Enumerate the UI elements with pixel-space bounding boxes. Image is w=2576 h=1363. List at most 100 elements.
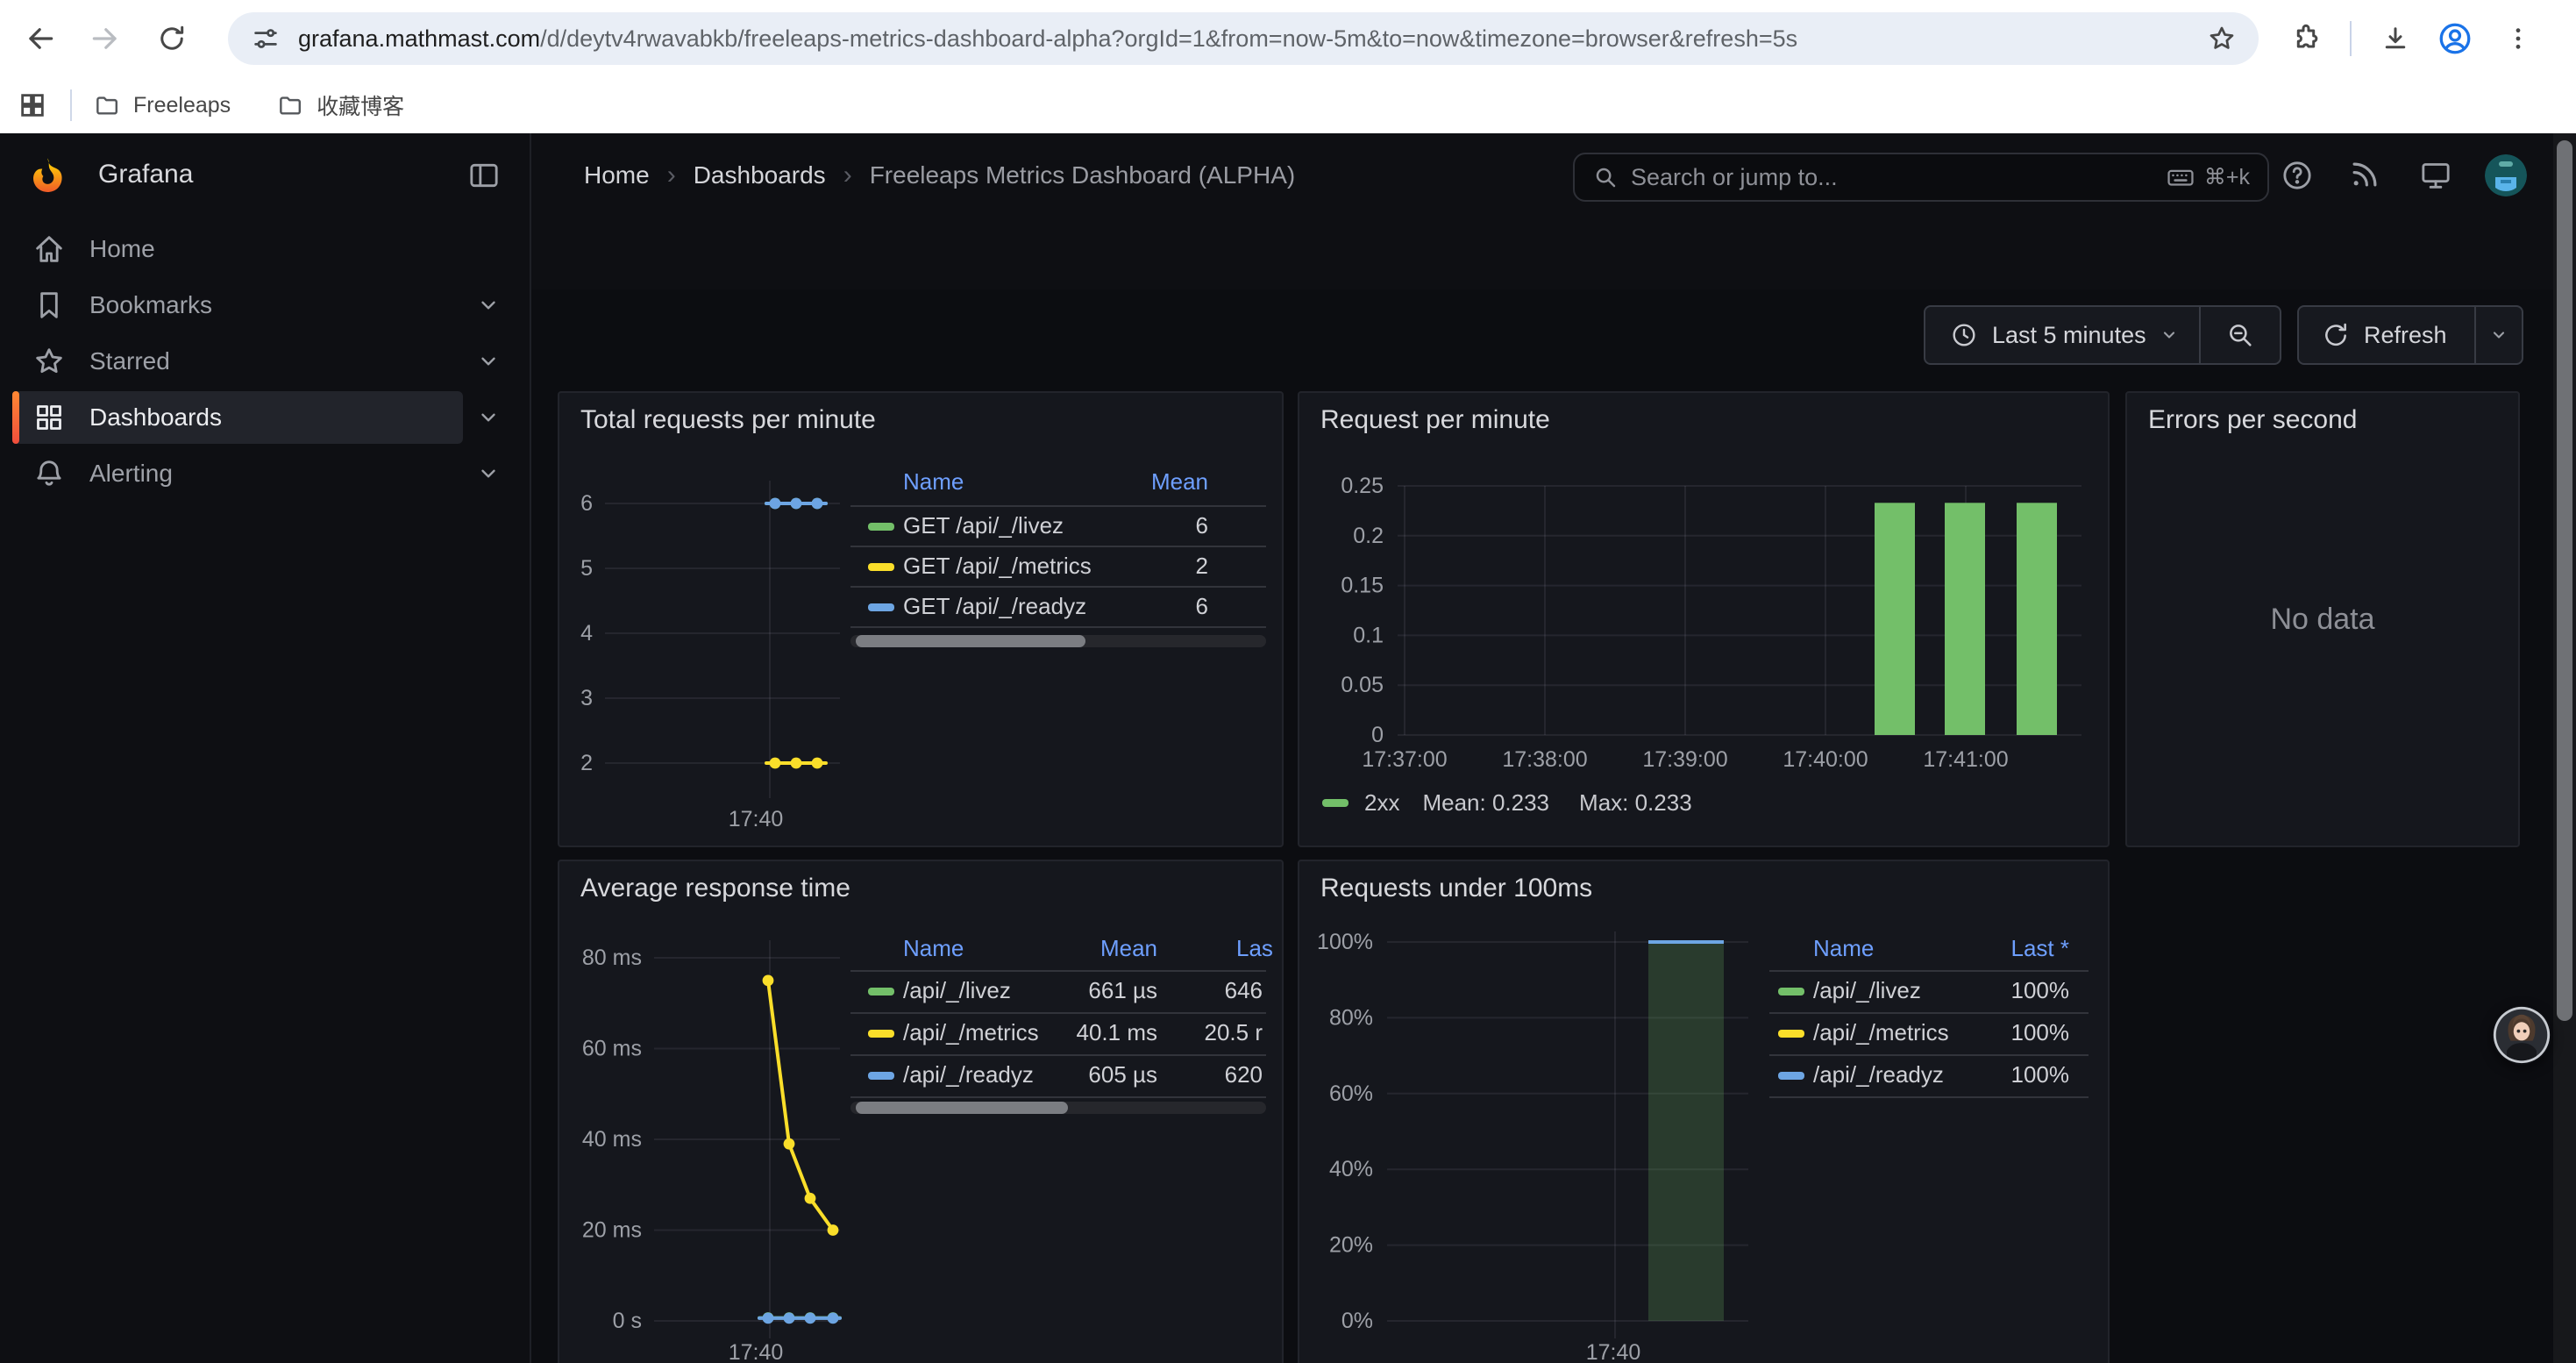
time-range-picker[interactable]: Last 5 minutes: [1925, 321, 2199, 349]
legend-scrollbar-thumb[interactable]: [856, 1102, 1068, 1114]
breadcrumb-separator-icon: ›: [667, 161, 676, 190]
legend-name[interactable]: /api/_/readyz: [1813, 1061, 1944, 1088]
refresh-controls: Refresh: [2297, 305, 2523, 365]
legend-mean[interactable]: 40.1 ms: [1077, 1019, 1158, 1046]
breadcrumb-item: Freeleaps Metrics Dashboard (ALPHA): [870, 161, 1296, 189]
sidebar-item-dashboards[interactable]: Dashboards: [0, 389, 530, 446]
legend-name[interactable]: GET /api/_/metrics: [903, 553, 1092, 580]
url-bar[interactable]: grafana.mathmast.com/d/deytv4rwavabkb/fr…: [228, 12, 2259, 65]
refresh-button[interactable]: Refresh: [2299, 321, 2474, 349]
download-icon[interactable]: [2371, 14, 2420, 63]
legend-name[interactable]: /api/_/readyz: [903, 1061, 1034, 1088]
svg-text:17:37:00: 17:37:00: [1362, 747, 1447, 772]
chevron-down-icon[interactable]: [477, 294, 500, 317]
home-icon: [32, 232, 67, 267]
rss-icon[interactable]: [2348, 158, 2383, 193]
refresh-interval-dropdown[interactable]: [2476, 326, 2522, 344]
svg-text:17:39:00: 17:39:00: [1642, 747, 1727, 772]
legend-last[interactable]: 100%: [2011, 1061, 2070, 1088]
panel-request-per-minute: Request per minute 0.250.20.150.10.05017…: [1298, 391, 2110, 847]
legend-swatch: [1778, 988, 1804, 995]
zoom-out-icon[interactable]: [2201, 320, 2280, 350]
apps-grid-icon[interactable]: [18, 90, 47, 120]
legend-mean[interactable]: 661 µs: [1088, 977, 1157, 1004]
legend-last[interactable]: 100%: [2011, 1019, 2070, 1046]
bookmark-star-icon[interactable]: [2206, 23, 2238, 54]
menu-kebab-icon[interactable]: [2494, 14, 2543, 63]
site-settings-icon[interactable]: [251, 24, 281, 54]
legend-last[interactable]: 646: [1225, 977, 1263, 1004]
sidebar-item-label: Starred: [89, 347, 170, 375]
legend-divider: [850, 1096, 1266, 1098]
legend-name[interactable]: GET /api/_/livez: [903, 512, 1064, 539]
chevron-down-icon[interactable]: [477, 462, 500, 485]
sidebar-item-alerting[interactable]: Alerting: [0, 446, 530, 502]
breadcrumb: Home › Dashboards › Freeleaps Metrics Dashbo…: [584, 133, 1313, 218]
legend-name[interactable]: /api/_/metrics: [903, 1019, 1039, 1046]
legend-header[interactable]: Name: [1813, 935, 1874, 962]
legend-header[interactable]: Name: [903, 468, 964, 496]
breadcrumb-item[interactable]: Dashboards: [694, 161, 826, 189]
page-scrollbar-thumb[interactable]: [2557, 140, 2572, 1021]
breadcrumb-separator-icon: ›: [843, 161, 852, 190]
legend-last[interactable]: 20.5 r: [1205, 1019, 1263, 1046]
legend-name[interactable]: /api/_/metrics: [1813, 1019, 1949, 1046]
legend-header[interactable]: Mean: [1100, 935, 1157, 962]
legend-header[interactable]: Las: [1236, 935, 1273, 962]
forward-icon[interactable]: [81, 14, 130, 63]
sidebar-item-home[interactable]: Home: [0, 221, 530, 277]
legend-last[interactable]: 100%: [2011, 977, 2070, 1004]
breadcrumb-item[interactable]: Home: [584, 161, 650, 189]
legend-scrollbar-thumb[interactable]: [856, 635, 1085, 647]
legend-mean[interactable]: 2: [1196, 553, 1208, 580]
legend-last[interactable]: 620: [1225, 1061, 1263, 1088]
search-input[interactable]: Search or jump to... ⌘+k: [1573, 153, 2269, 202]
legend-swatch: [868, 603, 894, 611]
svg-text:4: 4: [580, 621, 593, 646]
chart-plot[interactable]: 6543217:40: [559, 393, 1284, 847]
dashboard-subnav: Export Share: [531, 218, 2576, 291]
grafana-brand[interactable]: Grafana: [98, 160, 193, 189]
legend-bottom[interactable]: 2xxMean: 0.233Max: 0.233: [1322, 789, 1692, 817]
profile-icon[interactable]: [2430, 14, 2480, 63]
bookmark-folder[interactable]: Freeleaps: [93, 91, 231, 119]
bookmark-label: 收藏博客: [317, 89, 404, 121]
svg-text:0%: 0%: [1341, 1309, 1373, 1333]
time-controls: Last 5 minutes: [1924, 305, 2281, 365]
bookmark-folder[interactable]: 收藏博客: [276, 89, 404, 121]
chevron-down-icon[interactable]: [477, 406, 500, 429]
legend-name[interactable]: GET /api/_/readyz: [903, 593, 1086, 620]
grafana-logo-icon[interactable]: [28, 156, 67, 195]
reload-icon[interactable]: [147, 14, 196, 63]
legend-header[interactable]: Last *: [2011, 935, 2070, 962]
svg-text:17:40:00: 17:40:00: [1783, 747, 1868, 772]
chart-plot[interactable]: 100%80%60%40%20%0%17:40: [1299, 861, 2110, 1363]
chevron-down-icon[interactable]: [477, 350, 500, 373]
dock-panel-icon[interactable]: [466, 158, 502, 193]
legend-name[interactable]: /api/_/livez: [1813, 977, 1921, 1004]
assistant-avatar[interactable]: [2492, 1005, 2551, 1065]
svg-text:5: 5: [580, 556, 593, 581]
legend-series-name[interactable]: 2xx: [1364, 789, 1399, 817]
extensions-icon[interactable]: [2281, 14, 2330, 63]
legend-divider: [1769, 1096, 2089, 1098]
page-scrollbar[interactable]: [2553, 133, 2576, 1363]
refresh-icon: [2322, 321, 2350, 349]
help-icon[interactable]: [2280, 158, 2315, 193]
svg-text:17:41:00: 17:41:00: [1923, 747, 2008, 772]
legend-mean[interactable]: 6: [1196, 512, 1208, 539]
svg-text:40 ms: 40 ms: [582, 1127, 642, 1152]
legend-max: Max: 0.233: [1579, 789, 1692, 817]
chart-plot[interactable]: 0.250.20.150.10.05017:37:0017:38:0017:39…: [1299, 393, 2110, 847]
legend-mean[interactable]: 6: [1196, 593, 1208, 620]
legend-mean[interactable]: 605 µs: [1088, 1061, 1157, 1088]
sidebar-item-bookmarks[interactable]: Bookmarks: [0, 277, 530, 333]
legend-header[interactable]: Mean: [1151, 468, 1208, 496]
user-avatar-image[interactable]: [2485, 154, 2527, 196]
back-icon[interactable]: [16, 14, 65, 63]
sidebar-item-starred[interactable]: Starred: [0, 333, 530, 389]
legend-header[interactable]: Name: [903, 935, 964, 962]
search-icon: [1592, 164, 1619, 190]
monitor-icon[interactable]: [2418, 158, 2453, 193]
legend-name[interactable]: /api/_/livez: [903, 977, 1011, 1004]
